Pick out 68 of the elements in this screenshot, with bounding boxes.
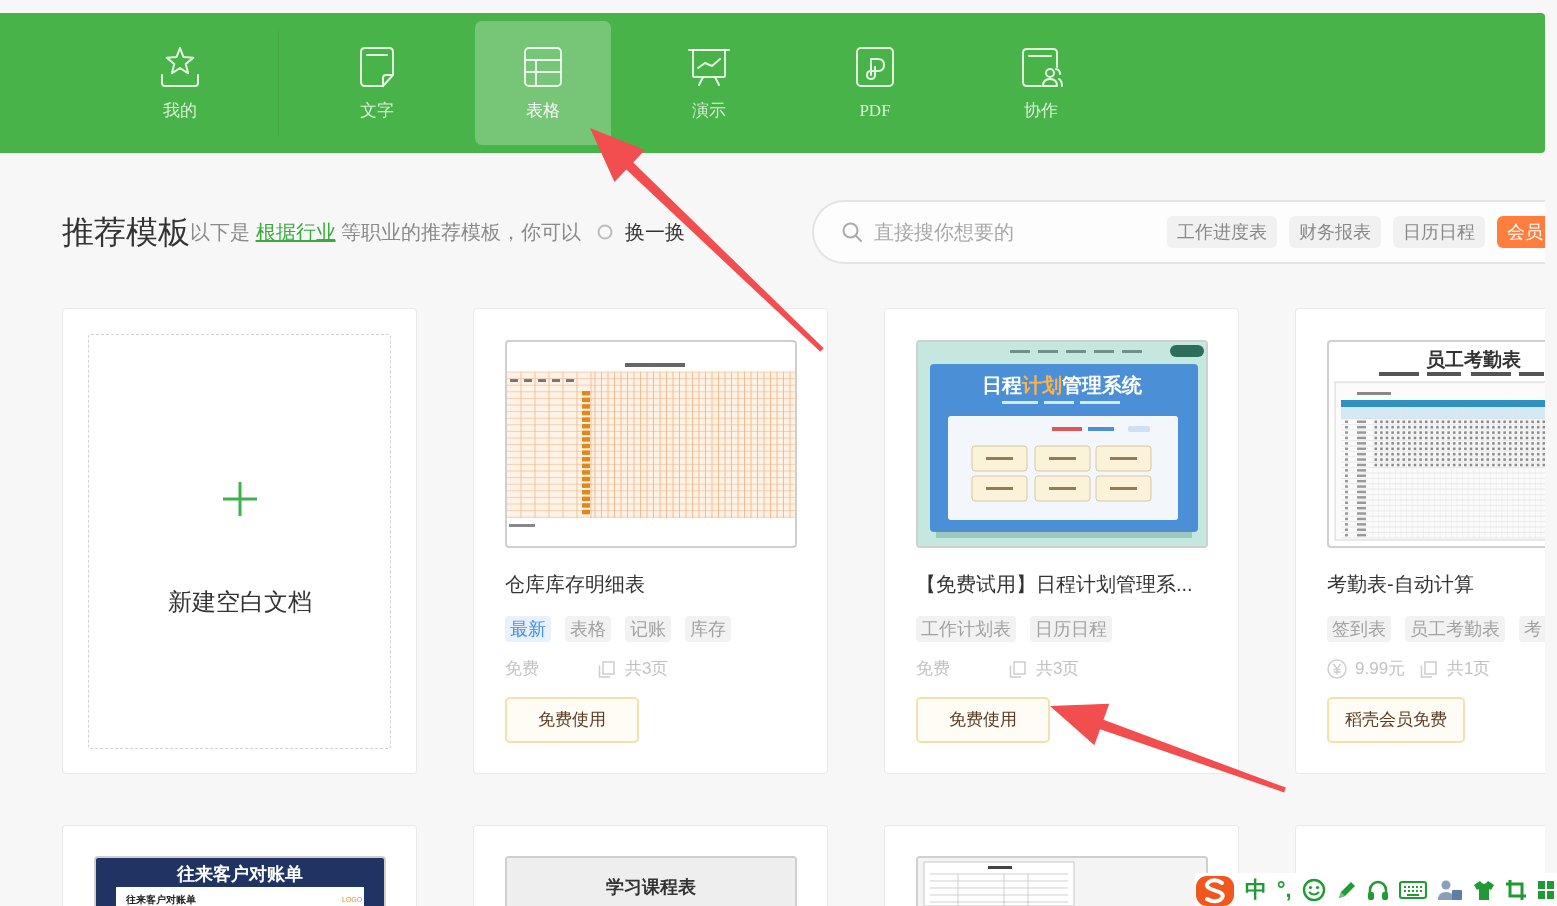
input-mode-button[interactable]: °,	[1276, 876, 1292, 903]
headphones-icon[interactable]	[1367, 878, 1390, 901]
template-thumbnail[interactable]: 员工考勤表	[1327, 340, 1545, 548]
table-icon	[521, 45, 565, 89]
nav-tab[interactable]: 演示	[641, 21, 777, 145]
thumbnail-title: 往来客户对账单	[177, 864, 303, 884]
subtitle-text: 以下是 根据行业 等职业的推荐模板，你可以	[190, 220, 582, 245]
smiley-icon[interactable]	[1301, 877, 1326, 902]
search-suggestion-tag[interactable]: 财务报表	[1289, 216, 1381, 248]
template-tag: 工作计划表	[916, 616, 1016, 642]
template-title: 仓库库存明细表	[505, 572, 646, 597]
new-document-label: 新建空白文档	[167, 587, 312, 617]
nav-tab[interactable]: 协作	[973, 21, 1109, 145]
page-count: 共3页	[625, 658, 669, 680]
template-thumbnail[interactable]: 学习课程表	[505, 856, 797, 906]
search-field[interactable]: 直接搜你想要的	[874, 217, 1114, 247]
industry-link[interactable]: 根据行业	[255, 221, 336, 243]
nav-tab[interactable]: 文字	[309, 21, 445, 145]
template-tag: 签到表	[1327, 616, 1391, 642]
logo-icon[interactable]	[1195, 873, 1235, 906]
page-count: 共3页	[1036, 658, 1080, 680]
template-thumbnail[interactable]: 日程计划管理系统	[916, 340, 1208, 548]
price-text: 9.99元	[1355, 658, 1406, 680]
price-text: 免费	[505, 658, 539, 680]
thumbnail-title: 日程计划管理系统	[982, 374, 1142, 396]
star-icon	[158, 45, 202, 89]
new-document-card[interactable]: 新建空白文档	[62, 308, 417, 774]
template-tag: 最新	[505, 616, 551, 642]
template-title: 考勤表-自动计算	[1327, 572, 1475, 597]
template-tag: 记账	[625, 616, 671, 642]
person-icon[interactable]	[1437, 878, 1464, 901]
thumbnail-subtitle: 往来客户对账单	[126, 894, 196, 905]
thumbnail-title: 员工考勤表	[1425, 349, 1521, 370]
nav-tab[interactable]: 表格	[475, 21, 611, 145]
search-suggestion-tag[interactable]: 工作进度表	[1167, 216, 1277, 248]
thumbnail-title: 学习课程表	[606, 877, 696, 897]
membership-tag[interactable]: 会员	[1497, 216, 1545, 248]
refresh-icon	[597, 224, 614, 240]
yen-coin-icon	[1327, 659, 1347, 679]
crop-icon[interactable]	[1505, 878, 1528, 901]
input-mode-button[interactable]: 中	[1244, 876, 1267, 903]
template-tag: 考	[1519, 616, 1545, 642]
nav-tab[interactable]: 我的	[112, 21, 248, 145]
price-text: 免费	[916, 658, 950, 680]
search-suggestion-tag[interactable]: 日历日程	[1393, 216, 1485, 248]
use-template-button[interactable]: 免费使用	[916, 697, 1050, 743]
keyboard-icon[interactable]	[1399, 879, 1428, 900]
grid-icon[interactable]	[1537, 878, 1555, 901]
pages-icon	[598, 660, 615, 678]
pdf-icon	[853, 45, 897, 89]
document-people-icon	[1019, 45, 1063, 89]
search-icon	[842, 222, 862, 242]
section-title: 推荐模板	[62, 213, 190, 252]
use-template-button[interactable]: 免费使用	[505, 697, 639, 743]
template-tag: 员工考勤表	[1405, 616, 1505, 642]
template-tag: 表格	[565, 616, 611, 642]
template-thumbnail[interactable]	[505, 340, 797, 548]
template-tag: 库存	[685, 616, 731, 642]
nav-tab[interactable]: PDF	[807, 21, 943, 145]
pages-icon	[1009, 660, 1026, 678]
plus-icon	[221, 481, 258, 517]
pages-icon	[1420, 660, 1437, 678]
shirt-icon[interactable]	[1473, 878, 1496, 901]
use-template-button[interactable]: 稻壳会员免费	[1327, 697, 1465, 743]
refresh-link[interactable]: 换一换	[625, 217, 686, 247]
template-tag: 日历日程	[1030, 616, 1112, 642]
template-title: 【免费试用】日程计划管理系...	[916, 572, 1194, 597]
page-count: 共1页	[1447, 658, 1491, 680]
